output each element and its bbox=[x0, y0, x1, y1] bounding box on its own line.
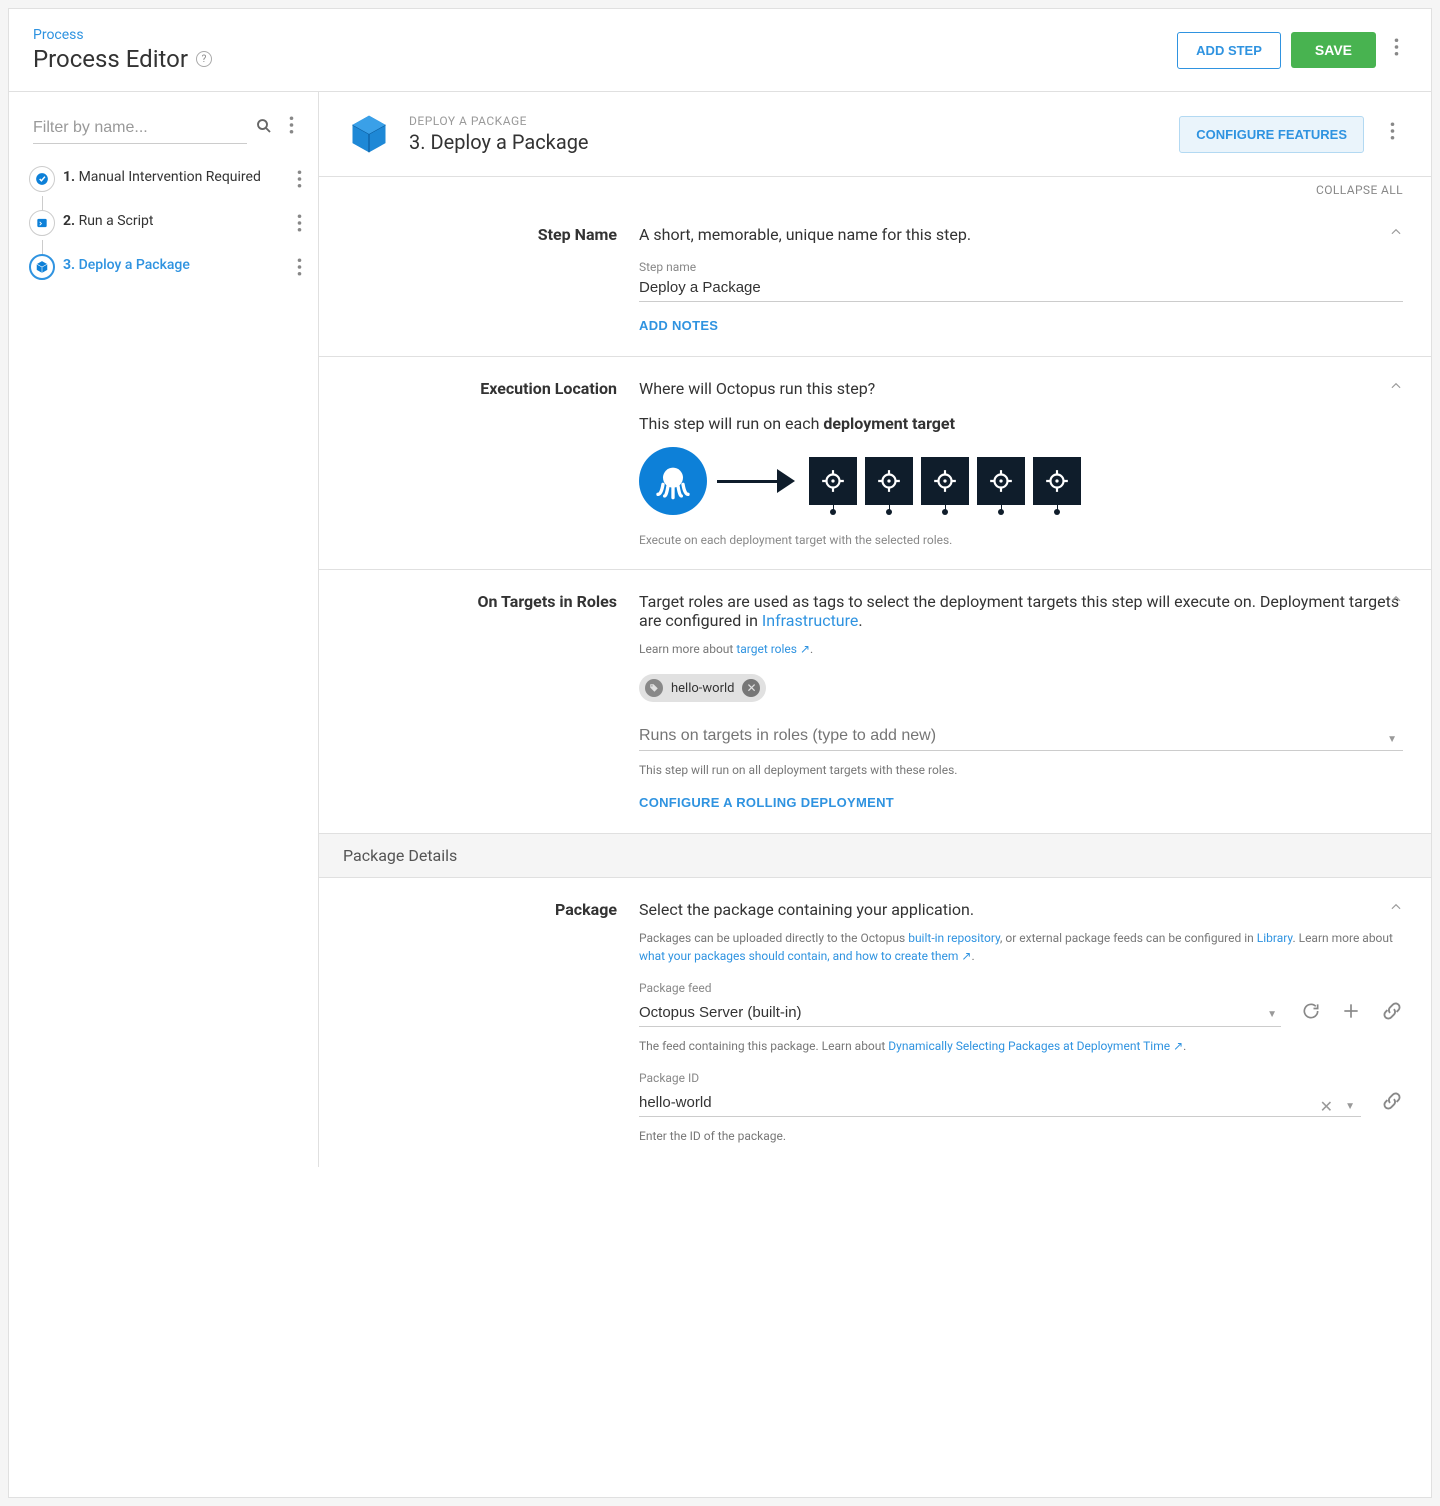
builtin-repo-link[interactable]: built-in repository bbox=[908, 931, 1000, 945]
feed-help-a: The feed containing this package. Learn … bbox=[639, 1039, 888, 1053]
clear-icon[interactable]: ✕ bbox=[1320, 1097, 1333, 1116]
step-label: Manual Intervention Required bbox=[79, 169, 261, 185]
external-link-icon[interactable]: ↗ bbox=[961, 949, 971, 963]
collapse-all-link[interactable]: COLLAPSE ALL bbox=[319, 177, 1431, 203]
link-icon[interactable] bbox=[1381, 1000, 1403, 1026]
step-item-1[interactable]: 1. Manual Intervention Required bbox=[29, 160, 318, 204]
target-icon bbox=[921, 457, 969, 505]
step-overflow-icon[interactable] bbox=[289, 166, 310, 198]
remove-chip-icon[interactable]: ✕ bbox=[742, 679, 760, 697]
role-chip-label: hello-world bbox=[671, 681, 734, 696]
pkgid-help: Enter the ID of the package. bbox=[639, 1127, 1403, 1145]
step-item-2[interactable]: 2. Run a Script bbox=[29, 204, 318, 248]
section-label-execution: Execution Location bbox=[347, 379, 617, 547]
execution-sentence-bold: deployment target bbox=[823, 414, 955, 433]
execution-caption: Execute on each deployment target with t… bbox=[639, 533, 1403, 547]
package-help-c: . Learn more about bbox=[1292, 931, 1392, 945]
step-badge-script-icon bbox=[29, 210, 55, 236]
filter-input[interactable] bbox=[33, 113, 247, 144]
header-overflow-icon[interactable] bbox=[1386, 34, 1407, 66]
step-name-input[interactable] bbox=[639, 274, 1403, 302]
packages-guide-link[interactable]: what your packages should contain, and h… bbox=[639, 949, 958, 963]
step-eyebrow: DEPLOY A PACKAGE bbox=[409, 114, 1161, 128]
step-num: 3. bbox=[63, 257, 75, 273]
infrastructure-link[interactable]: Infrastructure bbox=[762, 611, 858, 630]
external-link-icon[interactable]: ↗ bbox=[1173, 1039, 1183, 1053]
feed-label: Package feed bbox=[639, 981, 1403, 995]
dropdown-icon[interactable]: ▼ bbox=[1345, 1101, 1355, 1112]
roles-helper: This step will run on all deployment tar… bbox=[639, 761, 1403, 779]
target-roles-link[interactable]: target roles bbox=[736, 642, 797, 656]
collapse-icon[interactable] bbox=[1389, 379, 1403, 397]
section-label-stepname: Step Name bbox=[347, 225, 617, 334]
target-icon bbox=[865, 457, 913, 505]
step-badge-manual-icon bbox=[29, 166, 55, 192]
roles-desc-text: Target roles are used as tags to select … bbox=[639, 592, 1399, 630]
step-label: Run a Script bbox=[79, 213, 154, 229]
external-link-icon[interactable]: ↗ bbox=[800, 642, 810, 656]
execution-sentence-prefix: This step will run on each bbox=[639, 414, 823, 433]
dropdown-icon[interactable]: ▼ bbox=[1387, 734, 1397, 745]
target-icon bbox=[809, 457, 857, 505]
step-overflow-icon[interactable] bbox=[289, 254, 310, 286]
configure-features-button[interactable]: CONFIGURE FEATURES bbox=[1179, 116, 1364, 153]
stepname-desc: A short, memorable, unique name for this… bbox=[639, 225, 1403, 244]
step-header-overflow-icon[interactable] bbox=[1382, 118, 1403, 150]
stepname-field-label: Step name bbox=[639, 260, 1403, 274]
library-link[interactable]: Library bbox=[1257, 931, 1293, 945]
step-heading: 3. Deploy a Package bbox=[409, 130, 1161, 154]
execution-diagram bbox=[639, 447, 1403, 515]
help-icon[interactable]: ? bbox=[196, 51, 212, 67]
target-icon bbox=[1033, 457, 1081, 505]
step-item-3[interactable]: 3. Deploy a Package bbox=[29, 248, 318, 292]
collapse-icon[interactable] bbox=[1389, 592, 1403, 610]
step-overflow-icon[interactable] bbox=[289, 210, 310, 242]
step-badge-package-icon bbox=[29, 254, 55, 280]
section-label-roles: On Targets in Roles bbox=[347, 592, 617, 811]
step-num: 2. bbox=[63, 213, 75, 229]
execution-desc: Where will Octopus run this step? bbox=[639, 379, 1403, 398]
target-icon bbox=[977, 457, 1025, 505]
package-details-header: Package Details bbox=[319, 834, 1431, 878]
tag-icon bbox=[645, 679, 663, 697]
octopus-icon bbox=[639, 447, 707, 515]
package-feed-select[interactable] bbox=[639, 999, 1281, 1027]
section-label-package: Package bbox=[347, 900, 617, 1145]
breadcrumb[interactable]: Process bbox=[33, 27, 212, 43]
roles-learn-prefix: Learn more about bbox=[639, 642, 736, 656]
roles-input[interactable] bbox=[639, 722, 1403, 751]
package-help-a: Packages can be uploaded directly to the… bbox=[639, 931, 908, 945]
pkgid-label: Package ID bbox=[639, 1071, 1403, 1085]
add-step-button[interactable]: ADD STEP bbox=[1177, 32, 1281, 69]
sidebar-overflow-icon[interactable] bbox=[281, 112, 302, 144]
search-icon[interactable] bbox=[255, 117, 273, 139]
dynamic-packages-link[interactable]: Dynamically Selecting Packages at Deploy… bbox=[888, 1039, 1170, 1053]
collapse-icon[interactable] bbox=[1389, 900, 1403, 918]
collapse-icon[interactable] bbox=[1389, 225, 1403, 243]
package-icon bbox=[347, 112, 391, 156]
page-title: Process Editor bbox=[33, 45, 188, 73]
step-label: Deploy a Package bbox=[79, 257, 190, 273]
rolling-deployment-button[interactable]: CONFIGURE A ROLLING DEPLOYMENT bbox=[639, 795, 894, 810]
link-icon[interactable] bbox=[1381, 1090, 1403, 1116]
add-icon[interactable] bbox=[1341, 1001, 1361, 1025]
save-button[interactable]: SAVE bbox=[1291, 32, 1376, 68]
refresh-icon[interactable] bbox=[1301, 1001, 1321, 1025]
package-id-input[interactable] bbox=[639, 1089, 1361, 1117]
package-desc: Select the package containing your appli… bbox=[639, 900, 1403, 919]
step-num: 1. bbox=[63, 169, 75, 185]
package-help-b: , or external package feeds can be confi… bbox=[1000, 931, 1257, 945]
add-notes-button[interactable]: ADD NOTES bbox=[639, 318, 718, 333]
role-chip: hello-world ✕ bbox=[639, 674, 766, 702]
